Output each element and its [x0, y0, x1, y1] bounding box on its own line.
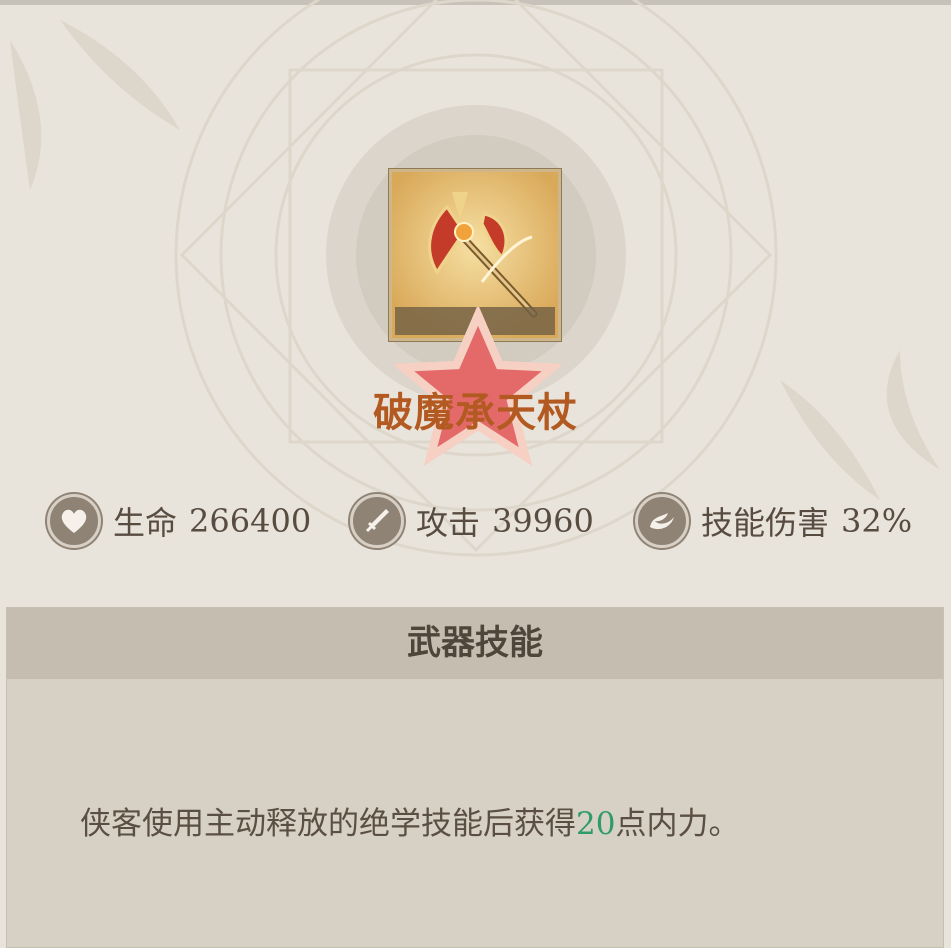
heart-icon — [47, 494, 101, 548]
item-name: 破魔承天杖 — [373, 389, 578, 436]
panel-title: 武器技能 — [7, 608, 943, 679]
weapon-skill-panel: 武器技能 侠客使用主动释放的绝学技能后获得20点内力。 — [6, 607, 944, 948]
stat-attack: 攻击 39960 — [350, 492, 594, 550]
skill-description-text: 侠客使用主动释放的绝学技能后获得 — [80, 806, 576, 842]
dagger-icon — [350, 494, 404, 548]
skill-description-suffix: 点内力。 — [615, 806, 740, 842]
stat-value: 32% — [841, 502, 913, 540]
stat-hp: 生命 266400 — [47, 492, 311, 550]
stat-label: 攻击 — [416, 504, 481, 542]
stat-label: 技能伤害 — [701, 504, 830, 542]
stat-value: 266400 — [189, 502, 312, 540]
stat-skill-damage: 技能伤害 32% — [635, 492, 912, 550]
stat-value: 39960 — [492, 502, 594, 540]
star-rating — [395, 307, 561, 466]
stat-label: 生命 — [113, 504, 178, 542]
swirl-icon — [635, 494, 689, 548]
skill-description: 侠客使用主动释放的绝学技能后获得20点内力。 — [80, 798, 739, 843]
item-icon-frame[interactable] — [389, 169, 561, 466]
skill-value-highlight: 20 — [576, 806, 616, 842]
